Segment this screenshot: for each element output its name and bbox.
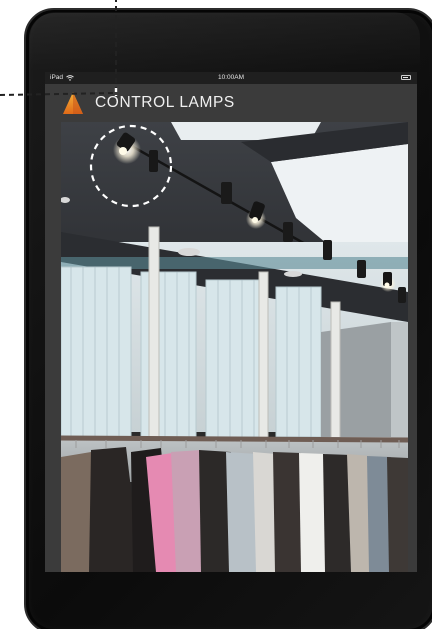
highlighted-lamp-target[interactable]: [91, 126, 171, 206]
lamp-5[interactable]: [283, 222, 293, 242]
clothes: [61, 447, 408, 572]
lamp-9[interactable]: [398, 287, 406, 303]
lamp-7[interactable]: [357, 260, 366, 278]
recessed-light: [178, 248, 200, 256]
app-title: CONTROL LAMPS: [95, 94, 235, 111]
lamp-logo-icon: [63, 92, 83, 114]
recessed-light: [284, 271, 302, 277]
status-time: 10:00AM: [217, 74, 245, 81]
clothing-rail: [61, 435, 408, 443]
curtains: [61, 266, 322, 438]
right-wall-panel: [391, 322, 408, 452]
lamp-3[interactable]: [221, 182, 232, 204]
lamp-6[interactable]: [323, 240, 332, 260]
battery-icon: [401, 75, 411, 80]
status-bar: iPad 10:00AM: [45, 72, 417, 84]
app-header: CONTROL LAMPS: [45, 84, 417, 122]
stage: iPad 10:00AM CONTROL LAMPS: [0, 0, 432, 629]
